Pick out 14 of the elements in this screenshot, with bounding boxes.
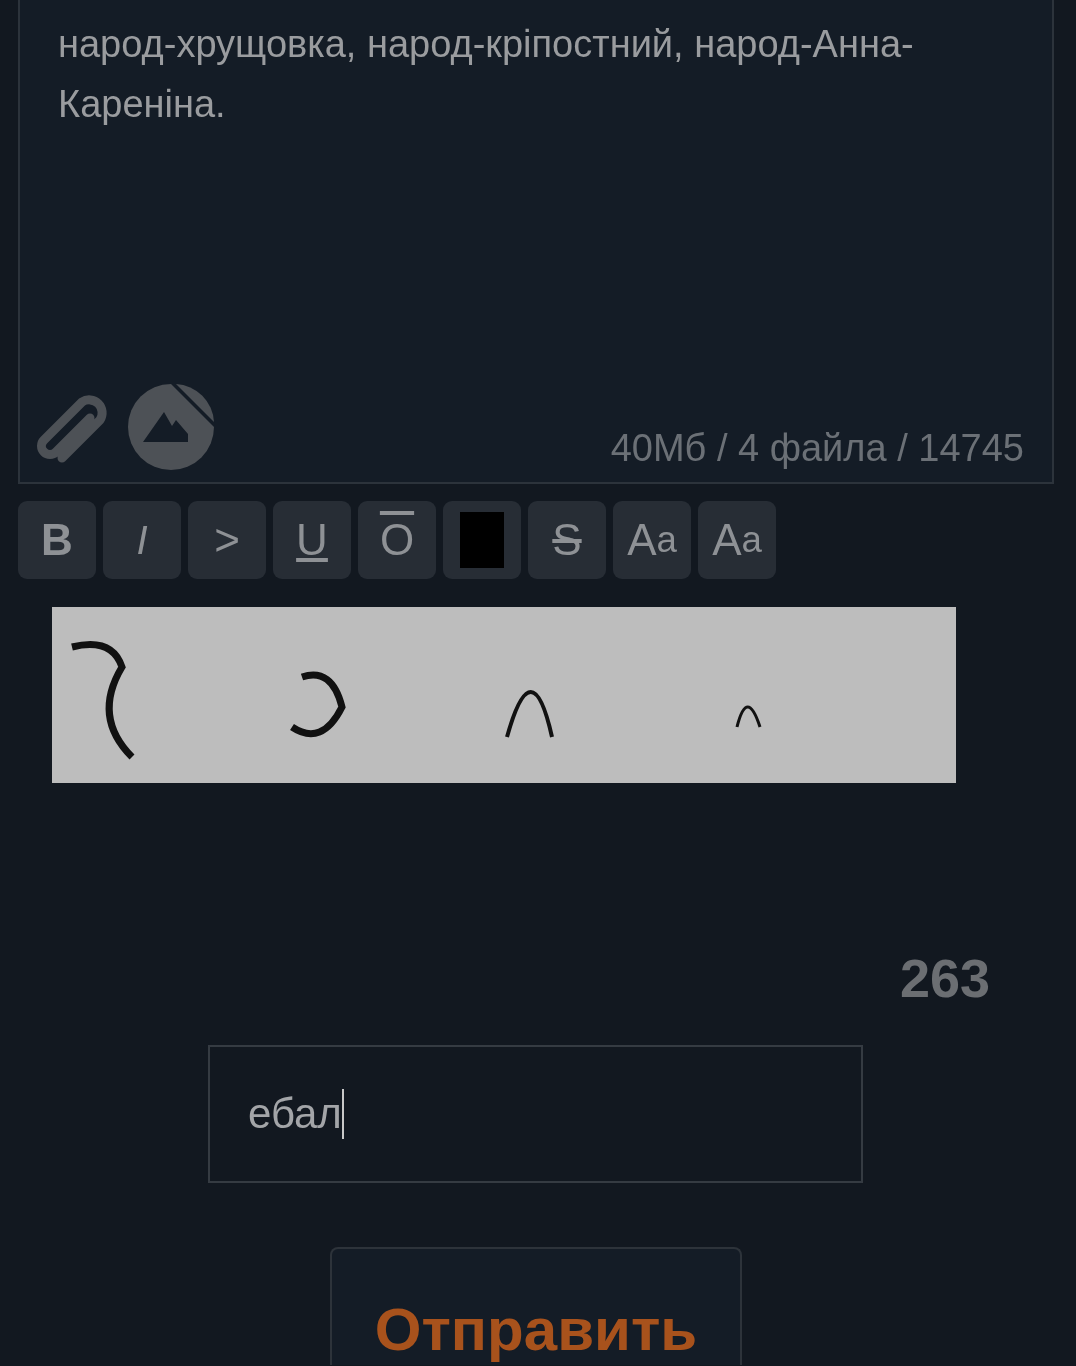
limits-counter: 40Мб / 4 файла / 14745 — [610, 427, 1024, 470]
strike-button[interactable]: S — [528, 501, 606, 579]
captcha-input[interactable]: ебал — [208, 1045, 863, 1183]
message-text: народ-хрущовка, народ-кріпостний, народ-Анна-Кареніна. — [58, 22, 915, 127]
quote-button[interactable]: > — [188, 501, 266, 579]
submit-button[interactable]: Отправить — [330, 1247, 742, 1365]
captcha-timer: 263 — [899, 947, 990, 1009]
bold-button[interactable]: B — [18, 501, 96, 579]
overline-button[interactable]: O — [358, 501, 436, 579]
sticker-icon[interactable] — [128, 384, 214, 470]
italic-button[interactable]: I — [103, 501, 181, 579]
message-field[interactable]: народ-хрущовка, народ-кріпостний, народ-Анна-Кареніна. 40Мб / 4 файла / 14745 — [18, 0, 1054, 484]
underline-button[interactable]: U — [273, 501, 351, 579]
color-button[interactable] — [443, 501, 521, 579]
